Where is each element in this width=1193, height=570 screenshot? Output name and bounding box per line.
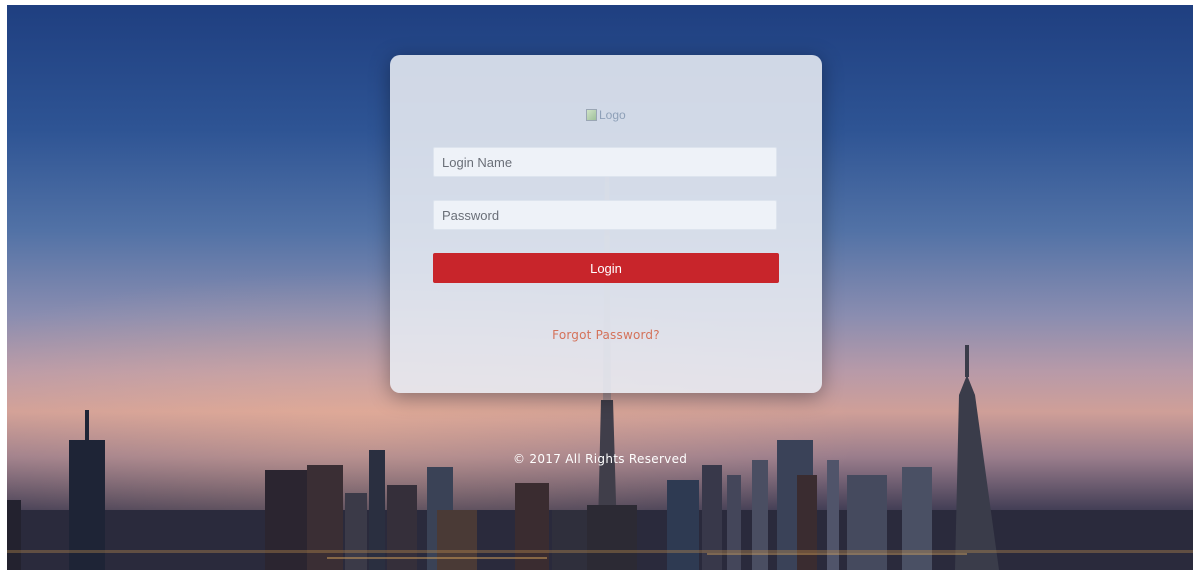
copyright-text: © 2017 All Rights Reserved: [513, 452, 688, 466]
forgot-password-link[interactable]: Forgot Password?: [390, 328, 822, 342]
logo-alt-text: Logo: [599, 108, 626, 122]
login-page: Logo Login Forgot Password? © 2017 All R…: [0, 0, 1193, 570]
password-input[interactable]: [433, 200, 777, 230]
login-button[interactable]: Login: [433, 253, 779, 283]
login-card: Logo Login Forgot Password?: [390, 55, 822, 393]
login-name-input[interactable]: [433, 147, 777, 177]
broken-image-icon: [586, 109, 597, 121]
logo-image: Logo: [586, 107, 626, 123]
